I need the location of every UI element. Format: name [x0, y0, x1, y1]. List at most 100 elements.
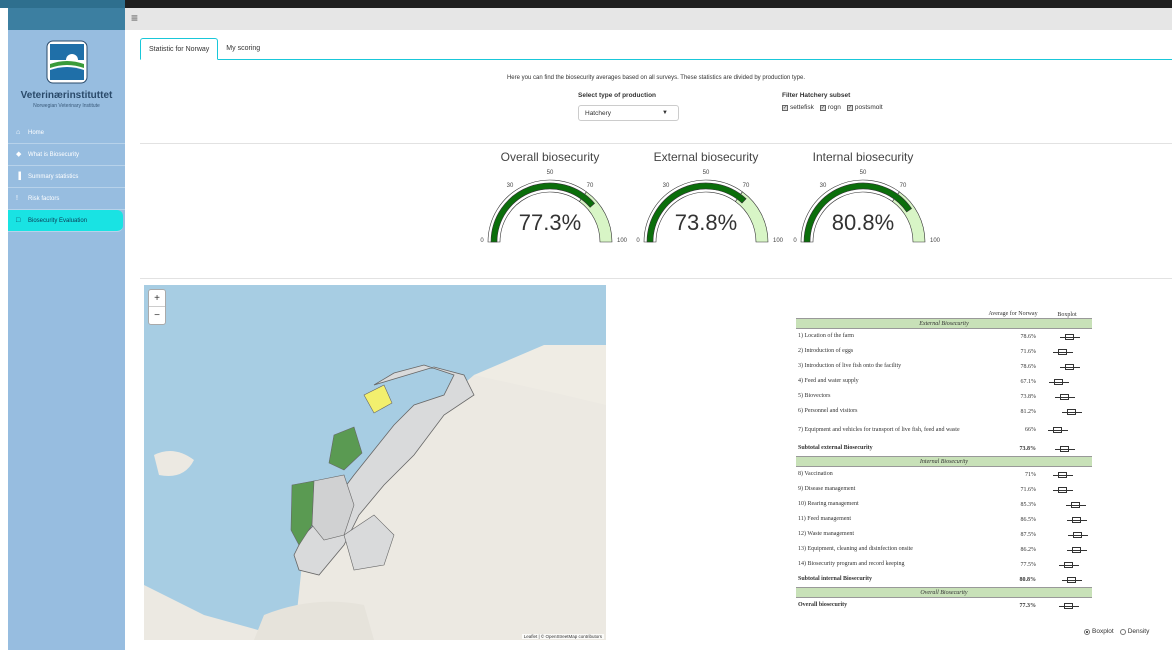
top-strip-left	[0, 0, 125, 8]
table-row: 8) Vaccination 71%	[796, 467, 1092, 482]
gauge-tick-label: 50	[860, 170, 867, 176]
row-boxplot	[1042, 469, 1092, 481]
view-toggle: Boxplot Density	[1084, 628, 1149, 635]
sidebar-item-home[interactable]: ⌂ Home	[8, 122, 125, 144]
filter-checkbox-rogn[interactable]: ✓ rogn	[819, 104, 841, 111]
sidebar-item-risk-factors[interactable]: ! Risk factors	[8, 188, 125, 210]
app-header: ≡	[8, 8, 1172, 30]
gauge-tick-label: 50	[703, 170, 710, 176]
row-boxplot	[1042, 600, 1092, 612]
col-header-boxplot: Boxplot	[1057, 312, 1077, 318]
sidebar-item-label: Risk factors	[28, 195, 60, 202]
radio-icon	[1119, 628, 1126, 635]
gauge-title: Overall biosecurity	[500, 150, 600, 164]
radio-density[interactable]: Density	[1119, 628, 1149, 635]
table-row: 9) Disease management 71.6%	[796, 482, 1092, 497]
hatchery-filter-options: ✓ settefisk ✓ rogn ✓ postsmolt	[782, 104, 883, 111]
logo-subtitle: Norwegian Veterinary Institute	[33, 103, 100, 109]
table-row: Subtotal external Biosecurity 73.8%	[796, 441, 1092, 456]
row-label: 10) Rearing management	[798, 501, 859, 507]
filter-checkbox-label: settefisk	[790, 104, 814, 111]
row-label: 12) Waste management	[798, 531, 855, 537]
gauge-tick-label: 70	[587, 183, 594, 189]
boxplot-mark	[1057, 471, 1067, 478]
row-average: 77.3%	[1019, 602, 1037, 609]
row-average: 85.3%	[1020, 501, 1037, 508]
boxplot-mark	[1064, 363, 1074, 370]
row-average: 66%	[1025, 427, 1036, 433]
table-row: 5) Biovectors 73.8%	[796, 389, 1092, 404]
row-average: 77.5%	[1020, 561, 1037, 568]
boxplot-mark	[1054, 378, 1064, 385]
production-select[interactable]: Hatchery ▼	[578, 105, 679, 121]
filter-checkbox-label: rogn	[827, 104, 841, 111]
sidebar: Veterinærinstituttet Norwegian Veterinar…	[8, 30, 125, 650]
table-row: 7) Equipment and vehicles for transport …	[796, 419, 1092, 441]
row-label: 6) Personnel and visitors	[798, 408, 858, 414]
table-row: 12) Waste management 87.5%	[796, 527, 1092, 542]
logo-icon	[46, 40, 88, 84]
boxplot-mark	[1058, 486, 1068, 493]
gauge-title: External biosecurity	[653, 150, 759, 164]
exclamation-icon: !	[16, 194, 18, 202]
zoom-out-button[interactable]: −	[149, 307, 165, 324]
boxplot-mark	[1060, 445, 1070, 452]
row-label: Subtotal internal Biosecurity	[798, 576, 873, 582]
boxplot-mark	[1058, 348, 1068, 355]
row-average: 71.6%	[1020, 486, 1037, 493]
gauge-internal-biosecurity: Internal biosecurity 0 30 50 70 100 80.8%	[783, 150, 943, 250]
sidebar-item-summary-statistics[interactable]: ▐ Summary statistics	[8, 166, 125, 188]
row-label: 8) Vaccination	[798, 471, 833, 477]
filter-checkbox-settefisk[interactable]: ✓ settefisk	[782, 104, 814, 111]
tab-statistic-for-norway[interactable]: Statistic for Norway	[140, 38, 219, 60]
row-average: 78.6%	[1020, 333, 1037, 340]
gauge-tick-label: 30	[663, 183, 670, 189]
gauge-value: 77.3%	[518, 210, 582, 235]
table-body: External Biosecurity 1) Location of the f…	[796, 318, 1092, 613]
row-boxplot	[1042, 529, 1092, 541]
hamburger-icon[interactable]: ≡	[131, 11, 138, 25]
gauge-tick-label: 70	[743, 183, 750, 189]
row-average: 86.2%	[1020, 546, 1037, 553]
boxplot-mark	[1063, 561, 1073, 568]
table-row: Subtotal internal Biosecurity 80.8%	[796, 572, 1092, 587]
sidebar-item-label: Home	[28, 129, 45, 136]
row-average: 67.1%	[1020, 378, 1037, 385]
row-label: Overall biosecurity	[798, 602, 848, 608]
biosecurity-table: Average for Norway Boxplot External Bios…	[796, 296, 1092, 613]
tab-my-scoring[interactable]: My scoring	[218, 38, 268, 59]
filter-checkbox-postsmolt[interactable]: ✓ postsmolt	[846, 104, 883, 111]
row-boxplot	[1042, 443, 1092, 455]
sidebar-item-what-is-biosecurity[interactable]: ◆ What is Biosecurity	[8, 144, 125, 166]
row-boxplot	[1042, 361, 1092, 373]
bar-chart-icon: ▐	[16, 172, 21, 180]
table-header: Average for Norway Boxplot	[796, 296, 1092, 318]
gauge-tick-label: 30	[820, 183, 827, 189]
row-average: 73.8%	[1019, 445, 1037, 452]
table-section-header: External Biosecurity	[796, 318, 1092, 329]
gauge-tick-label: 100	[930, 238, 941, 244]
gauge-title: Internal biosecurity	[812, 150, 914, 164]
row-boxplot	[1042, 346, 1092, 358]
radio-boxplot[interactable]: Boxplot	[1084, 628, 1114, 635]
row-average: 81.2%	[1020, 408, 1037, 415]
gauge-external-biosecurity: External biosecurity 0 30 50 70 100 73.8%	[626, 150, 786, 250]
table-row: Overall biosecurity 77.3%	[796, 598, 1092, 613]
row-label: 13) Equipment, cleaning and disinfection…	[798, 546, 913, 552]
row-boxplot	[1042, 331, 1092, 343]
row-boxplot	[1042, 391, 1092, 403]
top-strip-right	[125, 0, 1172, 8]
map-attribution[interactable]: Leaflet | © OpenStreetMap contributors	[521, 634, 604, 639]
row-average: 86.5%	[1020, 516, 1037, 523]
zoom-in-button[interactable]: +	[149, 290, 165, 307]
row-label: 2) Introduction of eggs	[798, 348, 854, 354]
sidebar-item-biosecurity-evaluation[interactable]: □ Biosecurity Evaluation	[8, 210, 123, 232]
table-row: 6) Personnel and visitors 81.2%	[796, 404, 1092, 419]
table-section-header: Overall Biosecurity	[796, 587, 1092, 598]
gauge-tick-label: 50	[547, 170, 554, 176]
radio-label: Boxplot	[1092, 628, 1114, 635]
gauge-tick-label: 0	[793, 238, 797, 244]
table-section-header: Internal Biosecurity	[796, 456, 1092, 467]
norway-map[interactable]: + − Leaflet | © OpenStreetMap contributo…	[144, 285, 606, 640]
col-header-average: Average for Norway	[988, 311, 1038, 317]
